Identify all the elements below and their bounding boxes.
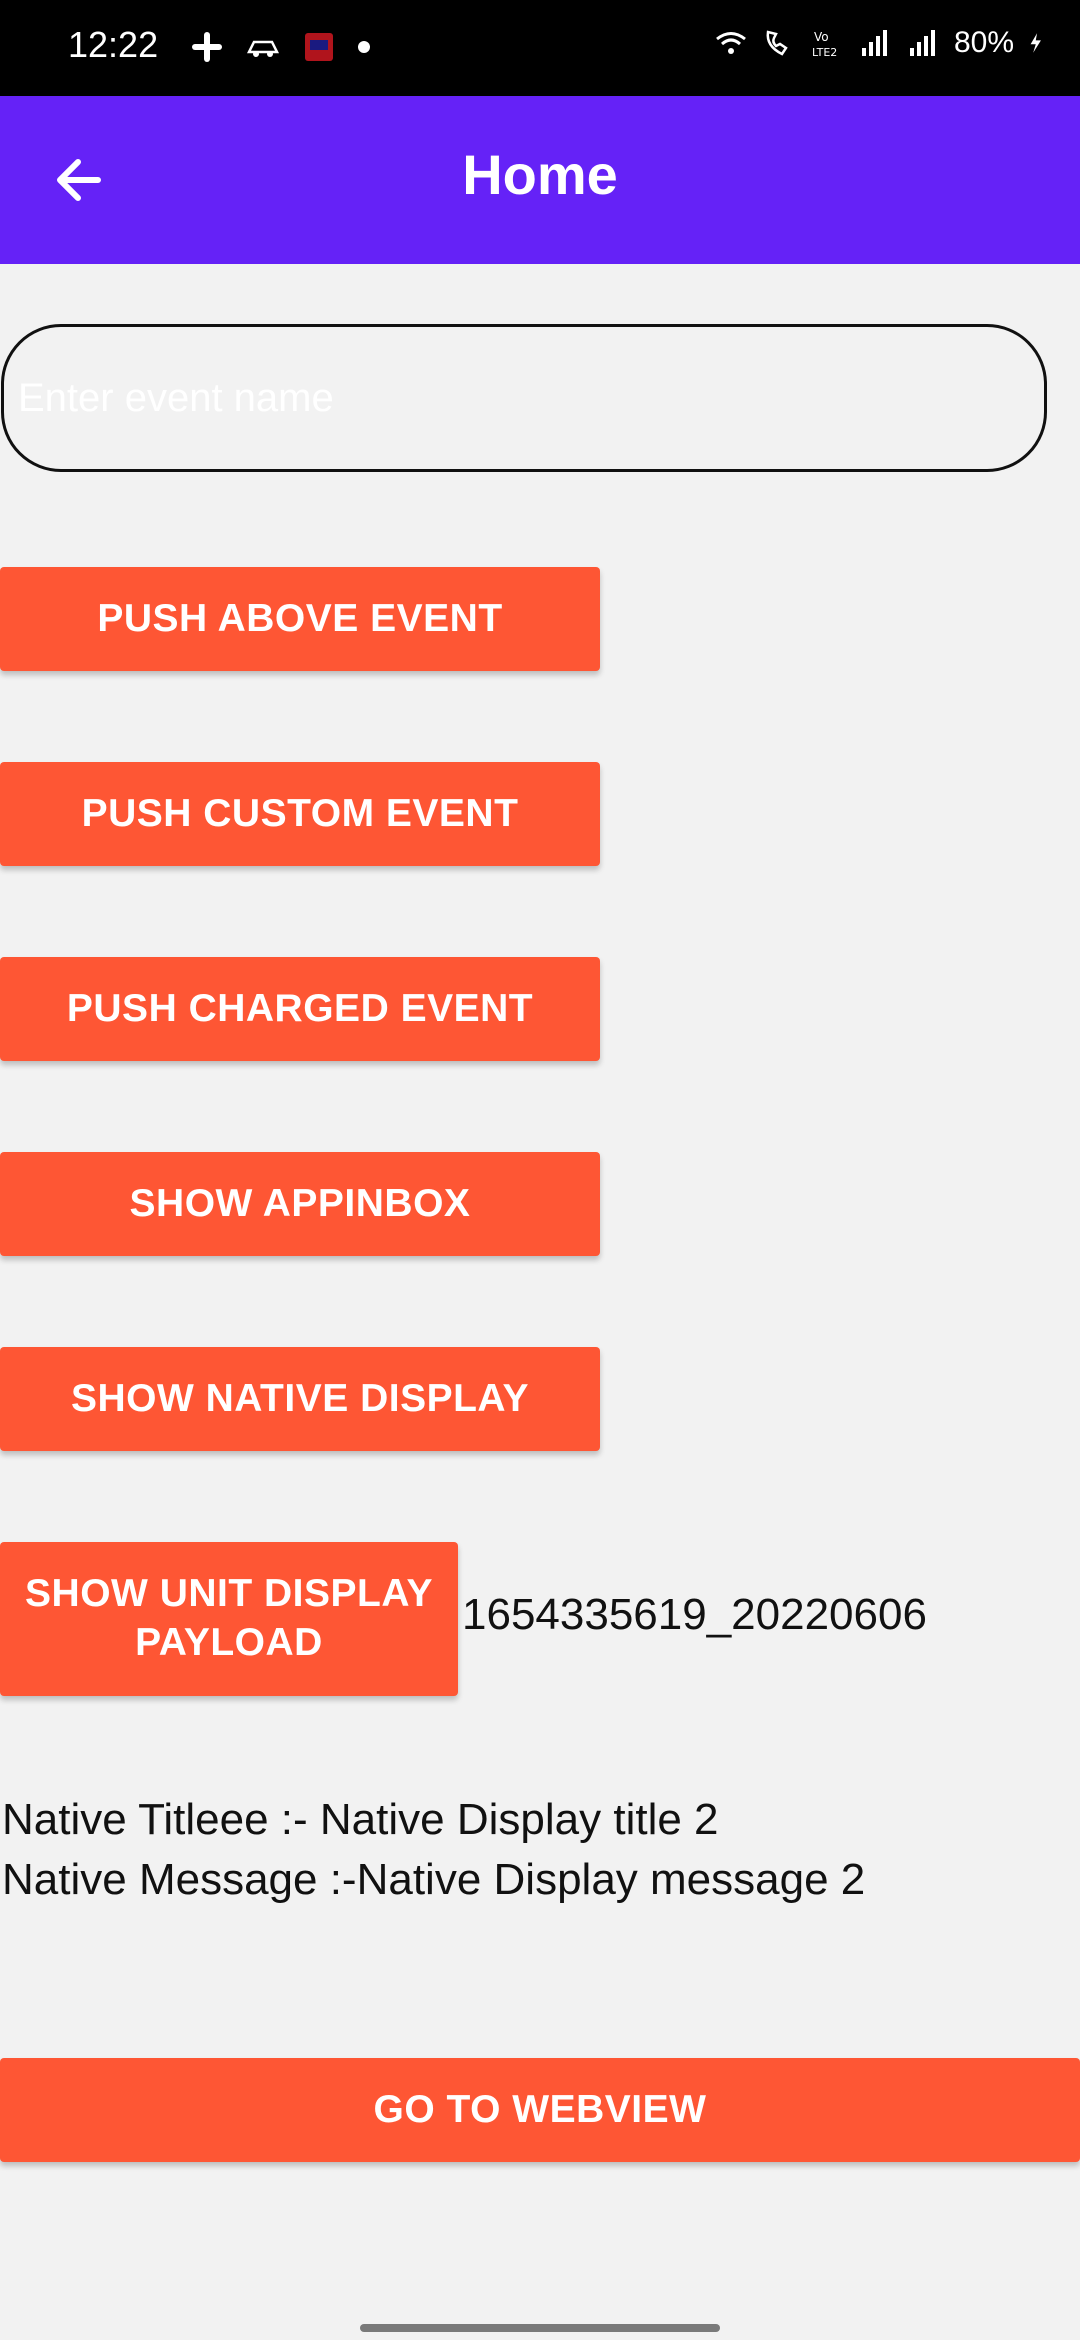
push-custom-event-button[interactable]: PUSH CUSTOM EVENT	[0, 762, 600, 866]
native-display-info: Native Titleee :- Native Display title 2…	[2, 1790, 865, 1910]
show-appinbox-button[interactable]: SHOW APPINBOX	[0, 1152, 600, 1256]
go-to-webview-button[interactable]: GO TO WEBVIEW	[0, 2058, 1080, 2162]
slack-icon	[192, 32, 222, 62]
status-time: 12:22	[68, 24, 159, 65]
event-name-input[interactable]	[1, 324, 1047, 472]
status-bar: 12:22 Vo LTE2 80%	[0, 0, 1080, 96]
push-above-event-button[interactable]: PUSH ABOVE EVENT	[0, 567, 600, 671]
notification-icons	[190, 30, 370, 64]
native-title-text: Native Titleee :- Native Display title 2	[2, 1795, 719, 1844]
page-title: Home	[462, 143, 618, 206]
battery-percent: 80%	[953, 26, 1014, 59]
volte-icon: Vo LTE2	[812, 30, 837, 59]
car-icon	[246, 40, 280, 57]
signal-sim1-icon	[861, 30, 887, 56]
app-notification-icon	[305, 33, 333, 61]
show-unit-display-payload-button[interactable]: SHOW UNIT DISPLAY PAYLOAD	[0, 1542, 458, 1696]
app-bar: Home	[0, 96, 1080, 264]
svg-text:LTE2: LTE2	[812, 46, 837, 59]
more-notifications-dot-icon	[358, 41, 370, 53]
native-message-text: Native Message :-Native Display message …	[2, 1855, 866, 1904]
system-status-icons: Vo LTE2 80%	[714, 26, 1050, 60]
show-native-display-button[interactable]: SHOW NATIVE DISPLAY	[0, 1347, 600, 1451]
wifi-calling-icon	[766, 30, 788, 56]
unit-display-id-text: 1654335619_20220606	[462, 1590, 927, 1639]
charging-bolt-icon	[1030, 33, 1041, 53]
wifi-icon	[716, 32, 746, 54]
signal-sim2-icon	[909, 30, 935, 56]
home-indicator[interactable]	[360, 2324, 720, 2332]
push-charged-event-button[interactable]: PUSH CHARGED EVENT	[0, 957, 600, 1061]
svg-text:Vo: Vo	[814, 30, 829, 44]
